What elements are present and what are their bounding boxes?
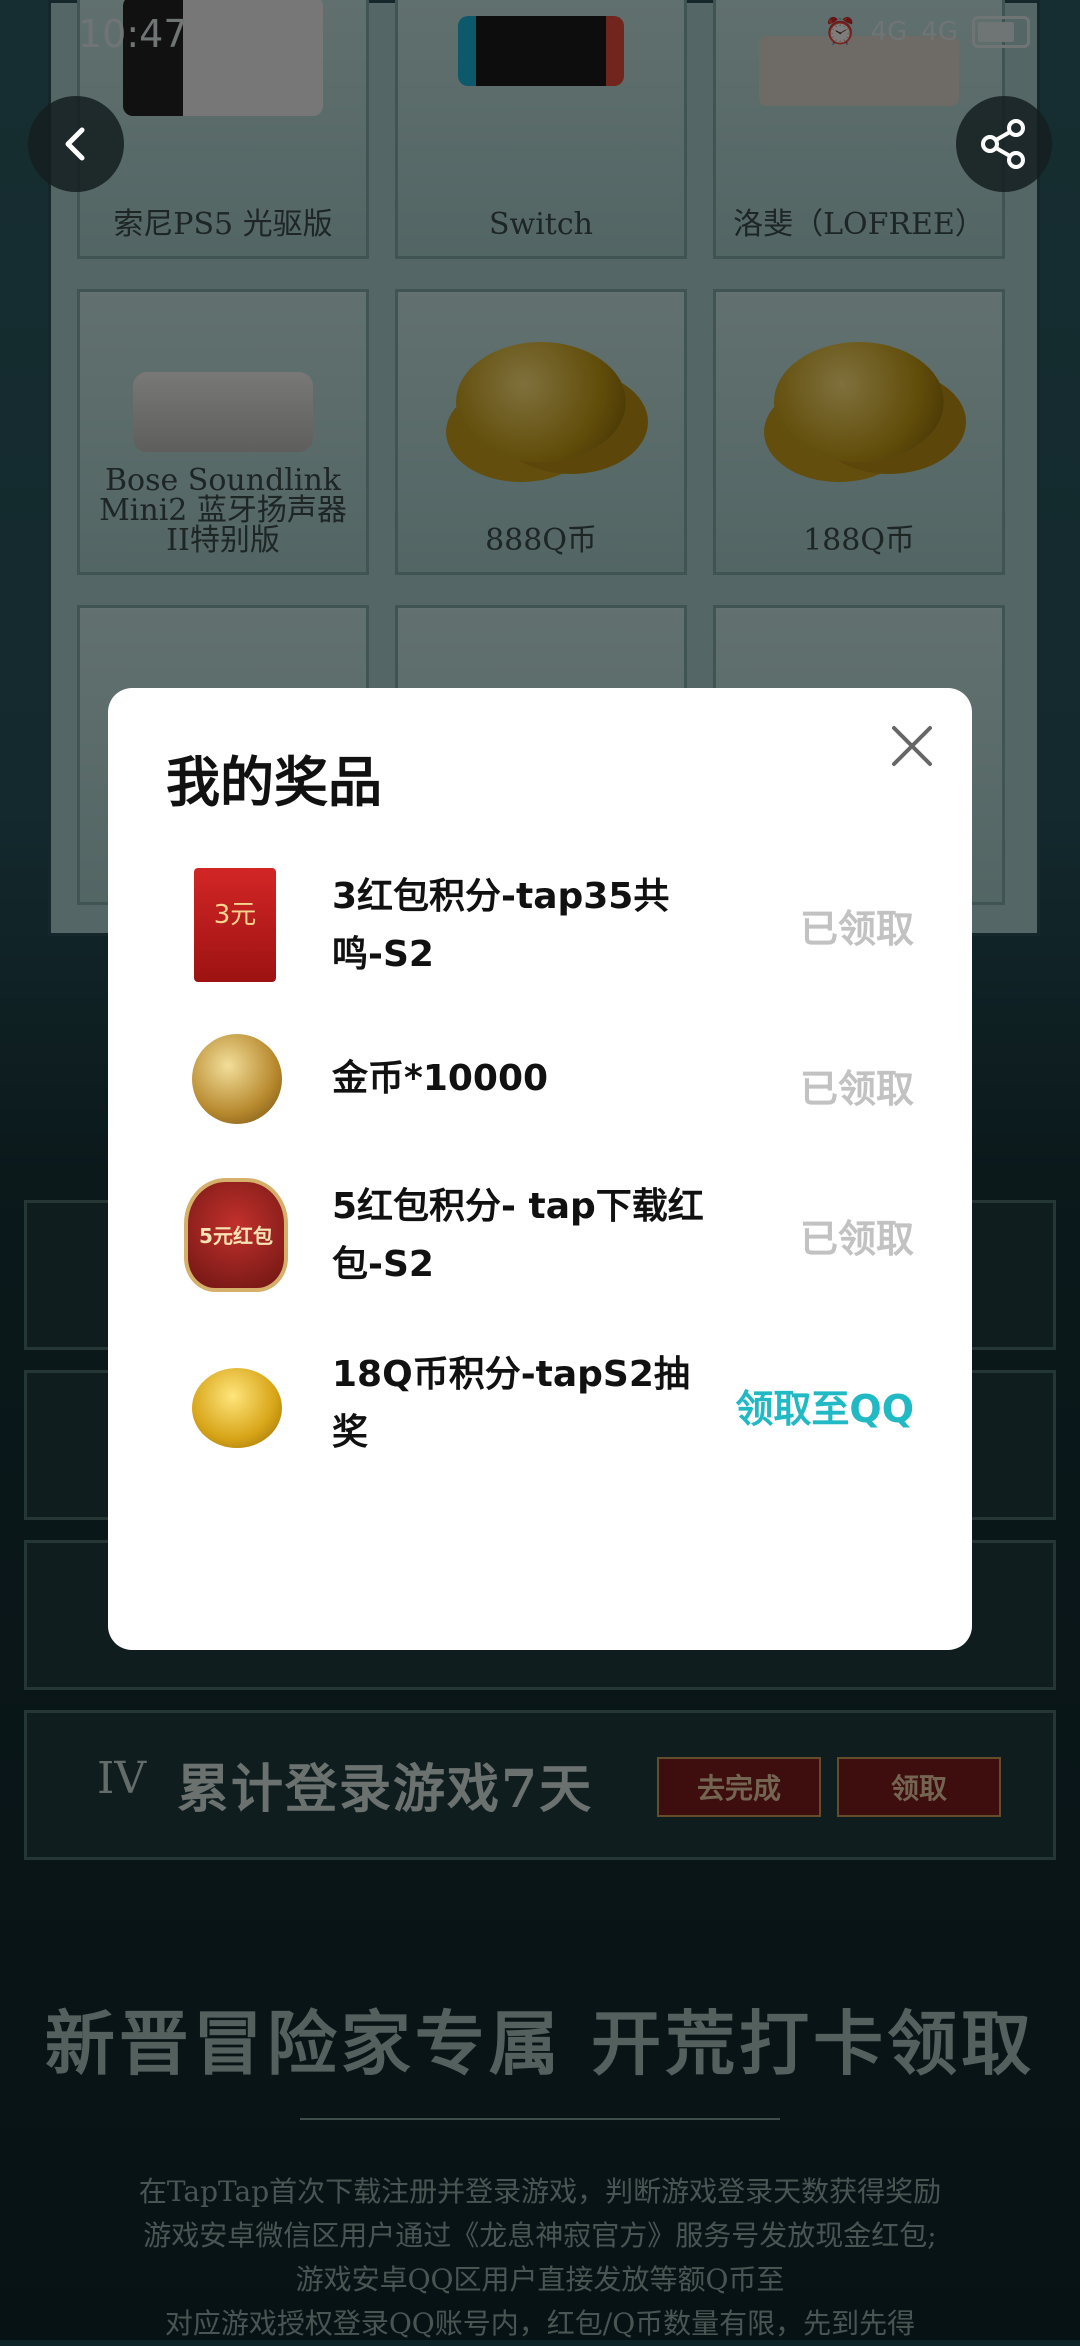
close-button[interactable] [882, 716, 942, 776]
prize-list-item: 18Q币积分-tapS2抽奖 领取至QQ [108, 1354, 972, 1508]
prize-name: 3红包积分-tap35共鸣-S2 [332, 876, 670, 975]
claimed-status: 已领取 [799, 1217, 914, 1261]
red-packet-text: 3元 [213, 900, 257, 930]
claimed-status: 已领取 [799, 1067, 914, 1111]
prize-name: 5红包积分- tap下载红包-S2 [332, 1186, 704, 1285]
chevron-left-icon [65, 127, 85, 161]
dialog-title: 我的奖品 [166, 751, 382, 814]
badge-text: 5元红包 [199, 1224, 273, 1248]
coin-stack-icon [192, 1368, 282, 1448]
gold-coin-icon [192, 1034, 282, 1124]
prize-list-item: 金币*10000 已领取 [108, 1028, 972, 1178]
share-icon [981, 119, 1025, 169]
prize-list-item: 5元红包 5红包积分- tap下载红包-S2 已领取 [108, 1178, 972, 1328]
claim-to-qq-button[interactable]: 领取至QQ [735, 1378, 914, 1433]
share-button[interactable] [956, 96, 1052, 192]
close-icon [892, 726, 932, 766]
red-packet-badge-icon: 5元红包 [184, 1178, 288, 1292]
claimed-status: 已领取 [799, 907, 914, 951]
red-packet-icon: 3元 [194, 868, 276, 982]
prize-name: 金币*10000 [332, 1058, 549, 1099]
my-prizes-dialog: 我的奖品 3元 3红包积分-tap35共鸣-S2 已领取 金币*10000 已领… [108, 688, 972, 1650]
prize-name: 18Q币积分-tapS2抽奖 [332, 1354, 690, 1453]
back-button[interactable] [28, 96, 124, 192]
prize-list-item: 3元 3红包积分-tap35共鸣-S2 已领取 [108, 868, 972, 1018]
